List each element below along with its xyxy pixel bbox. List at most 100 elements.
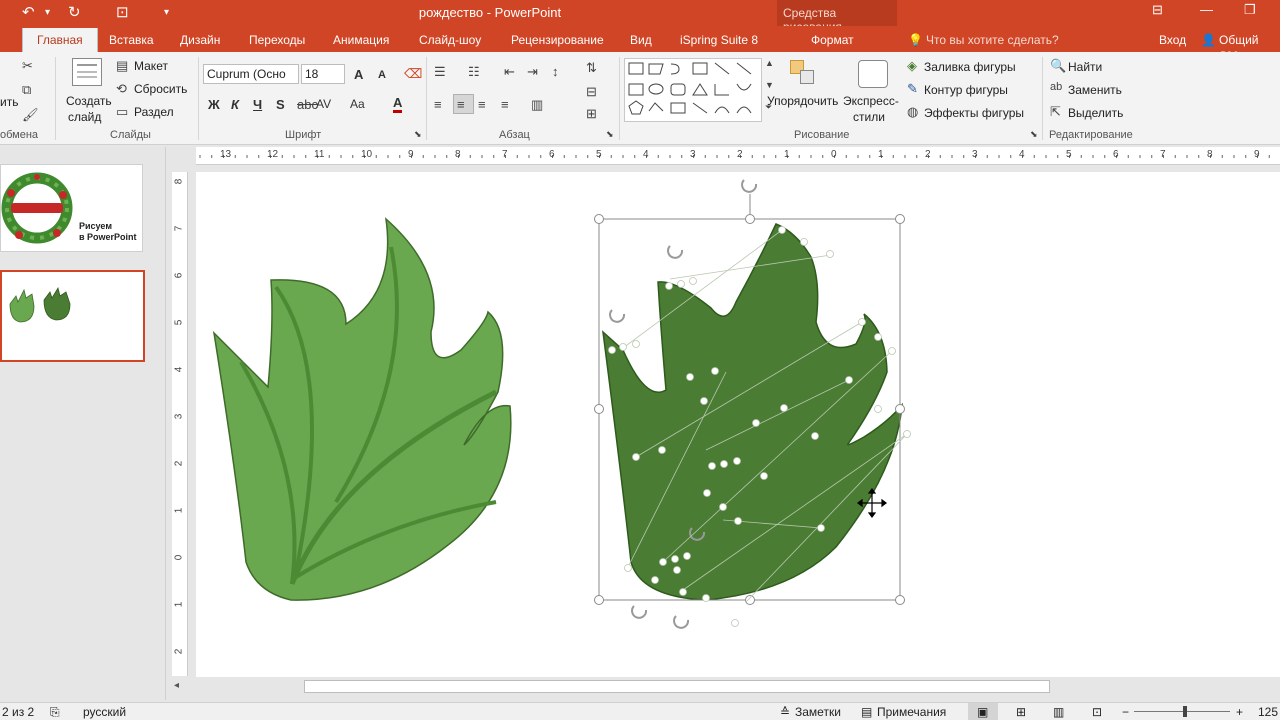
layout-icon: ▤ — [116, 58, 129, 73]
reset-button[interactable]: Сбросить — [134, 82, 187, 96]
replace-button[interactable]: Заменить — [1068, 83, 1122, 97]
line-spacing-icon[interactable]: ↕ — [552, 64, 559, 79]
new-slide-button[interactable]: Создать — [66, 94, 112, 108]
tell-me-input[interactable]: Что вы хотите сделать? — [926, 33, 1059, 47]
bold-button[interactable]: Ж — [208, 97, 220, 112]
tab-home[interactable]: Главная — [22, 28, 98, 52]
ruler-h-label: 3 — [972, 149, 978, 160]
paste-button[interactable]: ить — [0, 95, 18, 109]
layout-button[interactable]: Макет — [134, 59, 168, 73]
new-slide-icon[interactable] — [72, 58, 102, 86]
char-spacing-button[interactable]: AV — [316, 97, 331, 111]
drawing-group-label: Рисование — [794, 129, 850, 141]
tab-ispring[interactable]: iSpring Suite 8 — [680, 33, 758, 47]
align-left-icon[interactable]: ≡ — [434, 97, 442, 112]
zoom-out-icon[interactable]: − — [1122, 705, 1129, 719]
tab-view[interactable]: Вид — [630, 33, 652, 47]
ruler-h-label: 7 — [1160, 149, 1166, 160]
section-icon: ▭ — [116, 104, 129, 119]
tab-design[interactable]: Дизайн — [180, 33, 220, 47]
minimize-icon[interactable]: — — [1200, 2, 1213, 17]
quick-styles-label[interactable]: стили — [853, 110, 885, 124]
ribbon-options-icon[interactable]: ⊟ — [1152, 2, 1163, 18]
shadow-button[interactable]: S — [276, 97, 285, 112]
zoom-in-icon[interactable]: + — [1236, 705, 1243, 719]
ruler-h-label: 2 — [737, 149, 743, 160]
leaf-light[interactable] — [212, 217, 512, 601]
shrink-font-button[interactable]: A — [378, 69, 386, 81]
align-text-icon[interactable]: ⊟ — [586, 84, 597, 100]
copy-icon[interactable]: ⧉ — [22, 82, 31, 98]
grow-font-button[interactable]: A — [354, 67, 363, 82]
tab-transitions[interactable]: Переходы — [249, 33, 305, 47]
vertical-ruler[interactable]: 8 7 6 5 4 3 2 1 0 1 2 — [172, 172, 188, 676]
font-color-button[interactable]: A — [393, 96, 403, 113]
slide-thumbnail-2[interactable] — [0, 270, 145, 362]
lightbulb-icon: 💡 — [908, 33, 923, 47]
drawing-dialog-launcher-icon[interactable]: ⬊ — [1030, 129, 1038, 140]
slide-counter[interactable]: 2 из 2 — [2, 705, 34, 719]
gallery-scroll-up-icon[interactable]: ▲ — [765, 58, 774, 68]
tab-slideshow[interactable]: Слайд-шоу — [419, 33, 481, 47]
leaf-dark[interactable] — [601, 223, 903, 601]
tab-insert[interactable]: Вставка — [109, 33, 154, 47]
shape-fill-button[interactable]: Заливка фигуры — [924, 60, 1016, 74]
italic-button[interactable]: К — [231, 97, 239, 112]
notes-button[interactable]: Заметки — [795, 705, 841, 719]
numbering-icon[interactable]: ☷ — [468, 64, 480, 80]
ruler-h-label: 3 — [690, 149, 696, 160]
slideshow-view-icon[interactable]: ⊡ — [1092, 705, 1102, 719]
zoom-slider[interactable] — [1134, 711, 1230, 712]
paragraph-dialog-launcher-icon[interactable]: ⬊ — [606, 129, 614, 140]
spellcheck-icon[interactable]: ⎘ — [50, 705, 60, 720]
shape-outline-button[interactable]: Контур фигуры — [924, 83, 1008, 97]
scroll-left-icon[interactable]: ◂ — [174, 680, 179, 691]
justify-icon[interactable]: ≡ — [501, 97, 509, 112]
slide-sorter-icon[interactable]: ⊞ — [1016, 705, 1026, 719]
decrease-indent-icon[interactable]: ⇤ — [504, 64, 515, 80]
clear-format-icon[interactable]: ⌫ — [404, 66, 422, 82]
new-slide-label[interactable]: слайд — [68, 110, 101, 124]
signin-link[interactable]: Вход — [1159, 33, 1186, 47]
tab-format[interactable]: Формат — [811, 33, 854, 47]
arrange-button[interactable]: Упорядочить — [767, 94, 838, 108]
thumbnail-caption: Рисуем в PowerPoint — [79, 221, 137, 243]
increase-indent-icon[interactable]: ⇥ — [527, 64, 538, 80]
bullets-icon[interactable]: ☰ — [434, 64, 446, 80]
shape-effects-button[interactable]: Эффекты фигуры — [924, 106, 1024, 120]
cut-icon[interactable]: ✂ — [22, 58, 33, 74]
strikethrough-icon[interactable]: abc — [297, 97, 318, 112]
select-button[interactable]: Выделить — [1068, 106, 1123, 120]
find-button[interactable]: Найти — [1068, 60, 1102, 74]
change-case-button[interactable]: Aa — [350, 97, 365, 111]
tab-animation[interactable]: Анимация — [333, 33, 389, 47]
horizontal-ruler[interactable]: 13 12 11 10 9 8 7 6 5 4 3 2 1 0 1 2 3 4 5 6 7 8 9 — [196, 147, 1280, 165]
font-dialog-launcher-icon[interactable]: ⬊ — [414, 129, 422, 140]
zoom-slider-thumb[interactable] — [1183, 706, 1187, 717]
align-right-icon[interactable]: ≡ — [478, 97, 486, 112]
shape-fill-icon: ◈ — [907, 58, 917, 73]
format-painter-icon[interactable]: 🖌 — [22, 107, 39, 123]
text-direction-icon[interactable]: ⇅ — [586, 60, 597, 76]
zoom-level[interactable]: 125 — [1258, 705, 1278, 719]
tab-review[interactable]: Рецензирование — [511, 33, 604, 47]
ruler-v-label: 5 — [173, 319, 185, 326]
gallery-scroll-down-icon[interactable]: ▼ — [765, 80, 774, 90]
smartart-icon[interactable]: ⊞ — [586, 106, 597, 122]
language-indicator[interactable]: русский — [83, 705, 126, 719]
slide-canvas[interactable] — [196, 172, 1280, 677]
ruler-v-label: 8 — [173, 178, 185, 185]
quick-styles-button[interactable]: Экспресс- — [843, 94, 899, 108]
columns-icon[interactable]: ▥ — [531, 97, 543, 113]
slide-thumbnail-1[interactable]: Рисуем в PowerPoint — [0, 164, 143, 252]
reading-view-icon[interactable]: ▥ — [1053, 705, 1064, 719]
section-button[interactable]: Раздел — [134, 105, 174, 119]
font-size-combo[interactable]: 18 — [301, 64, 345, 84]
font-name-combo[interactable]: Cuprum (Осно — [203, 64, 299, 84]
comments-button[interactable]: Примечания — [877, 705, 946, 719]
scrollbar-thumb[interactable] — [304, 680, 1050, 693]
restore-icon[interactable]: ❐ — [1244, 2, 1256, 18]
horizontal-scrollbar[interactable]: ◂ — [172, 678, 1280, 696]
underline-button[interactable]: Ч — [253, 97, 262, 112]
shapes-gallery[interactable] — [624, 58, 762, 122]
